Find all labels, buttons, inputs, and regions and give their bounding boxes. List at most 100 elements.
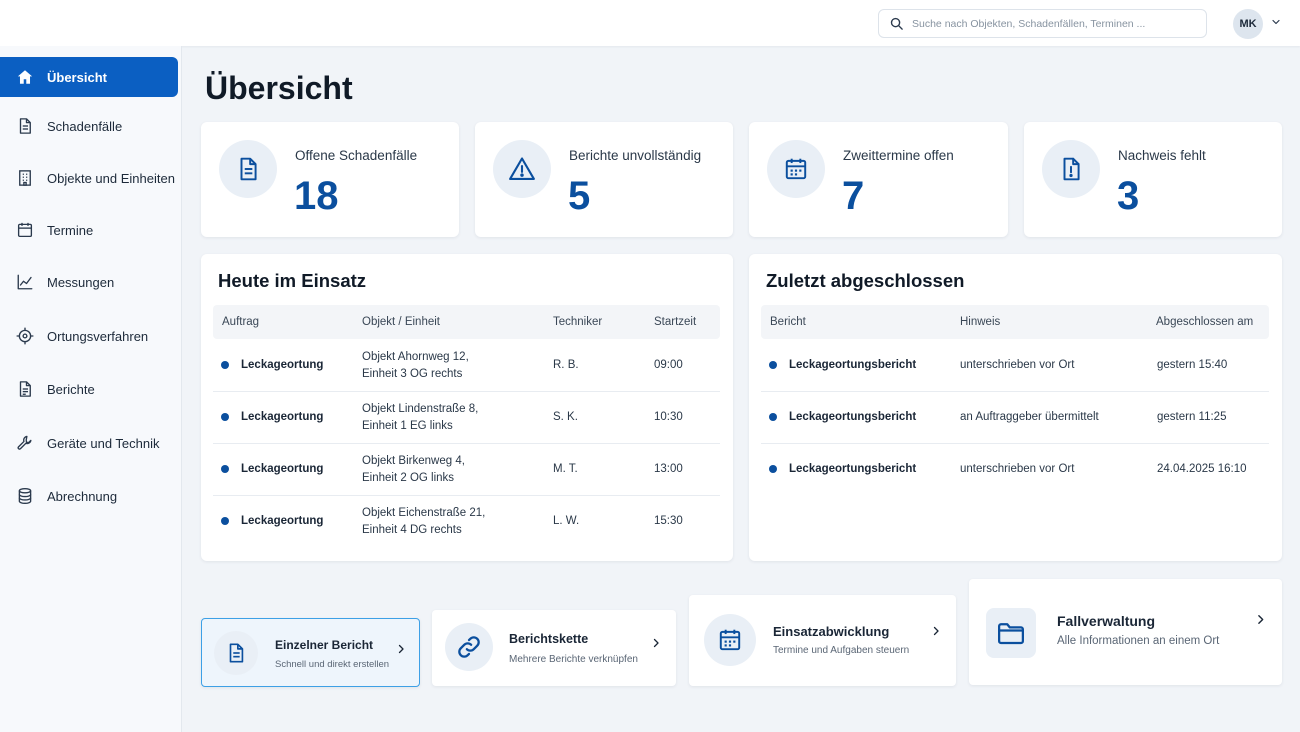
startzeit-cell: 10:30	[654, 411, 683, 423]
sidebar-item-ortungsverfahren[interactable]: Ortungsverfahren	[0, 316, 178, 356]
kpi-value: 5	[568, 174, 591, 218]
calendar-icon	[717, 627, 743, 653]
sidebar-item-schadenfaelle[interactable]: Schadenfälle	[0, 106, 178, 146]
chevron-right-icon	[395, 642, 407, 656]
einheit-line: Einheit 4 DG rechts	[362, 523, 462, 536]
sidebar-item-label: Übersicht	[47, 69, 107, 85]
sidebar-item-label: Berichte	[47, 381, 95, 397]
auftrag-cell: Leckageortung	[241, 359, 324, 371]
action-icon-circle	[214, 631, 258, 675]
action-icon-circle	[445, 623, 493, 671]
hinweis-cell: an Auftraggeber übermittelt	[960, 411, 1099, 423]
sidebar-item-uebersicht[interactable]: Übersicht	[0, 57, 178, 97]
sidebar-item-geraete[interactable]: Geräte und Technik	[0, 423, 178, 463]
column-header: Techniker	[553, 316, 603, 328]
column-header: Abgeschlossen am	[1156, 316, 1254, 328]
table-row[interactable]: Leckageortung Objekt Lindenstraße 8, Einh…	[213, 392, 720, 444]
einheit-line: Einheit 3 OG rechts	[362, 367, 463, 380]
status-dot	[221, 413, 229, 421]
table-header: Auftrag Objekt / Einheit Techniker Start…	[213, 305, 720, 339]
table-row[interactable]: Leckageortungsbericht unterschrieben vor…	[761, 340, 1269, 392]
chevron-right-icon	[650, 636, 662, 650]
search-box[interactable]	[878, 9, 1207, 38]
kpi-card-nachweis-fehlt[interactable]: Nachweis fehlt 3	[1024, 122, 1282, 237]
techniker-cell: M. T.	[553, 463, 578, 475]
action-fallverwaltung[interactable]: Fallverwaltung Alle Informationen an ein…	[969, 579, 1282, 685]
sidebar-item-label: Schadenfälle	[47, 118, 123, 134]
status-dot	[221, 361, 229, 369]
sidebar-item-label: Objekte und Einheiten	[47, 170, 175, 186]
kpi-icon-circle	[1042, 140, 1100, 198]
sidebar-item-berichte[interactable]: Berichte	[0, 369, 178, 409]
top-bar: MK	[0, 0, 1300, 46]
sidebar-item-label: Termine	[47, 222, 94, 238]
startzeit-cell: 09:00	[654, 359, 683, 371]
techniker-cell: S. K.	[553, 411, 578, 423]
kpi-card-zweittermine-offen[interactable]: Zweittermine offen 7	[749, 122, 1008, 237]
action-subtitle: Alle Informationen an einem Ort	[1057, 635, 1220, 647]
techniker-cell: R. B.	[553, 359, 579, 371]
objekt-line: Objekt Lindenstraße 8,	[362, 403, 479, 415]
bericht-cell: Leckageortungsbericht	[789, 359, 917, 371]
document-icon	[225, 642, 247, 664]
action-subtitle: Mehrere Berichte verknüpfen	[509, 654, 638, 665]
wrench-icon	[16, 434, 34, 452]
objekt-cell: Objekt Lindenstraße 8, Einheit 1 EG links	[362, 401, 478, 434]
table-row[interactable]: Leckageortung Objekt Eichenstraße 21, Ein…	[213, 496, 720, 548]
action-berichtskette[interactable]: Berichtskette Mehrere Berichte verknüpfe…	[432, 610, 676, 686]
user-avatar[interactable]: MK	[1233, 9, 1263, 39]
chart-line-icon	[16, 273, 34, 291]
status-dot	[769, 361, 777, 369]
table-row[interactable]: Leckageortungsbericht unterschrieben vor…	[761, 444, 1269, 496]
kpi-label: Nachweis fehlt	[1118, 148, 1206, 163]
sidebar-item-label: Abrechnung	[47, 488, 118, 504]
auftrag-cell: Leckageortung	[241, 515, 324, 527]
chevron-right-icon	[930, 624, 942, 638]
action-einsatzabwicklung[interactable]: Einsatzabwicklung Termine und Aufgaben s…	[689, 595, 956, 686]
status-dot	[221, 517, 229, 525]
table-row[interactable]: Leckageortungsbericht an Auftraggeber üb…	[761, 392, 1269, 444]
recent-card: Zuletzt abgeschlossen Bericht Hinweis Ab…	[749, 254, 1282, 561]
table-row[interactable]: Leckageortung Objekt Ahornweg 12, Einheit…	[213, 340, 720, 392]
chevron-down-icon[interactable]	[1270, 16, 1282, 28]
action-subtitle: Termine und Aufgaben steuern	[773, 645, 910, 656]
kpi-card-offene-schadenfaelle[interactable]: Offene Schadenfälle 18	[201, 122, 459, 237]
sidebar-item-termine[interactable]: Termine	[0, 210, 178, 250]
today-card: Heute im Einsatz Auftrag Objekt / Einhei…	[201, 254, 733, 561]
kpi-icon-circle	[219, 140, 277, 198]
status-dot	[769, 413, 777, 421]
link-icon	[456, 634, 482, 660]
table-header: Bericht Hinweis Abgeschlossen am	[761, 305, 1269, 339]
bericht-cell: Leckageortungsbericht	[789, 463, 917, 475]
action-title: Fallverwaltung	[1057, 613, 1156, 629]
bericht-cell: Leckageortungsbericht	[789, 411, 917, 423]
table-row[interactable]: Leckageortung Objekt Birkenweg 4, Einheit…	[213, 444, 720, 496]
hinweis-cell: unterschrieben vor Ort	[960, 359, 1075, 371]
kpi-card-berichte-unvollstaendig[interactable]: Berichte unvollständig 5	[475, 122, 733, 237]
action-title: Berichtskette	[509, 632, 589, 646]
calendar-icon	[783, 156, 809, 182]
sidebar-item-label: Geräte und Technik	[47, 435, 160, 451]
column-header: Startzeit	[654, 316, 697, 328]
techniker-cell: L. W.	[553, 515, 580, 527]
search-icon	[889, 16, 904, 31]
einheit-line: Einheit 1 EG links	[362, 419, 453, 432]
sidebar-item-abrechnung[interactable]: Abrechnung	[0, 476, 178, 516]
sidebar-item-label: Ortungsverfahren	[47, 328, 149, 344]
hinweis-cell: unterschrieben vor Ort	[960, 463, 1075, 475]
page-title: Übersicht	[205, 70, 353, 106]
home-icon	[16, 68, 34, 86]
search-input[interactable]	[912, 13, 1198, 35]
auftrag-cell: Leckageortung	[241, 463, 324, 475]
sidebar-item-messungen[interactable]: Messungen	[0, 262, 178, 302]
document-icon	[235, 156, 261, 182]
kpi-value: 7	[842, 174, 865, 218]
objekt-line: Objekt Ahornweg 12,	[362, 351, 469, 363]
document-icon	[16, 117, 34, 135]
status-dot	[769, 465, 777, 473]
datum-cell: 24.04.2025 16:10	[1157, 463, 1247, 475]
action-einzelner-bericht[interactable]: Einzelner Bericht Schnell und direkt ers…	[201, 618, 420, 687]
objekt-line: Objekt Birkenweg 4,	[362, 455, 465, 467]
action-icon-circle	[704, 614, 756, 666]
sidebar-item-objekte[interactable]: Objekte und Einheiten	[0, 158, 178, 198]
